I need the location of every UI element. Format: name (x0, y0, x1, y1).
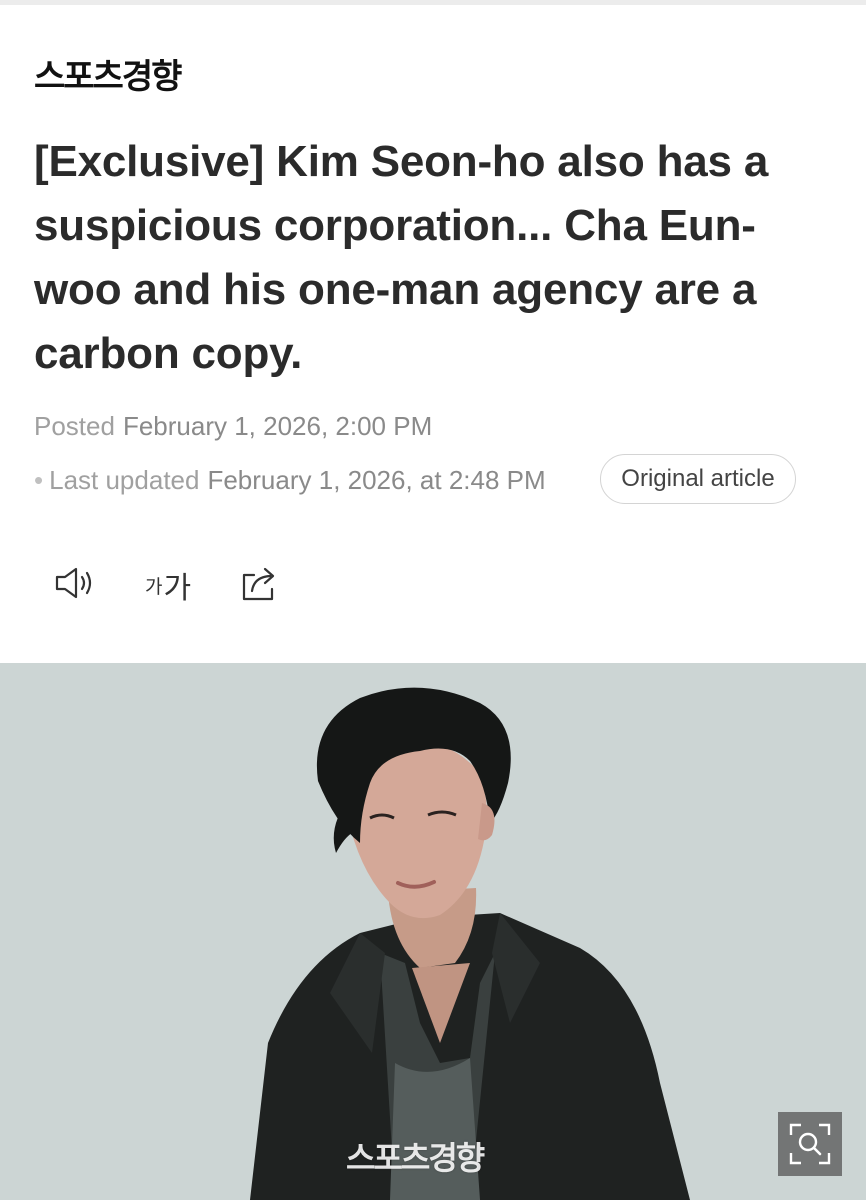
font-size-button[interactable]: 가가 (138, 562, 198, 608)
posted-label: Posted (34, 411, 115, 441)
posted-date: Posted February 1, 2026, 2:00 PM (34, 408, 432, 444)
article-headline: [Exclusive] Kim Seon-ho also has a suspi… (34, 137, 769, 378)
share-button[interactable] (236, 562, 284, 608)
updated-bullet: • (34, 465, 44, 495)
posted-value: February 1, 2026, 2:00 PM (122, 411, 433, 441)
updated-value: February 1, 2026, at 2:48 PM (207, 465, 546, 495)
article-photo[interactable]: 스포츠경향 (0, 663, 866, 1200)
share-icon (238, 563, 282, 608)
zoom-icon (787, 1121, 833, 1167)
publisher-logo[interactable]: 스포츠경향 (34, 52, 182, 102)
font-large-glyph: 가 (163, 571, 192, 606)
speaker-icon (52, 565, 96, 606)
top-divider (0, 0, 866, 5)
updated-date: • Last updated February 1, 2026, at 2:48 P… (34, 462, 546, 498)
font-small-glyph: 가 (144, 575, 163, 598)
updated-label: Last updated (49, 465, 200, 495)
photo-illustration (0, 663, 866, 1200)
photo-watermark: 스포츠경향 (346, 1139, 485, 1177)
original-article-button[interactable]: Original article (600, 454, 796, 504)
photo-zoom-button[interactable] (778, 1112, 842, 1176)
text-to-speech-button[interactable] (50, 562, 98, 608)
